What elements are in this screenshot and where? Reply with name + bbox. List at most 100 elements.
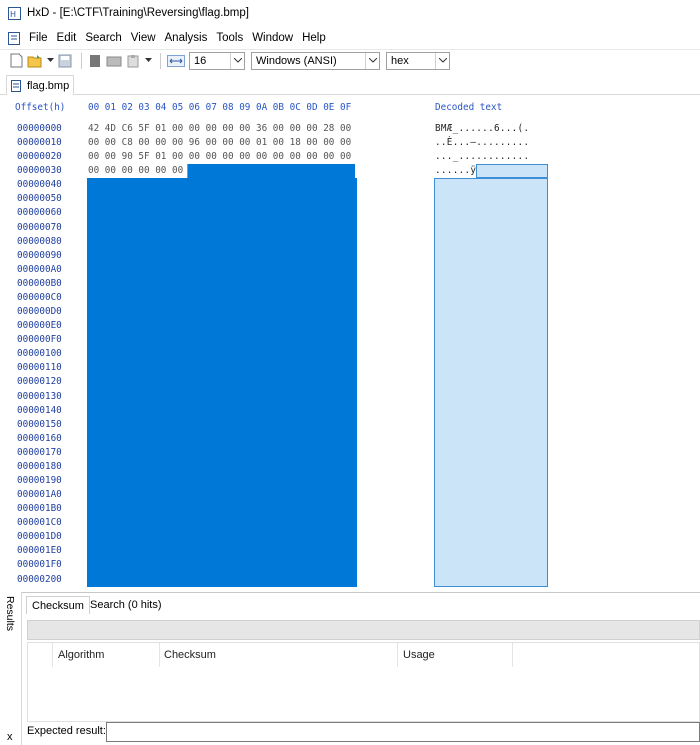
display-mode-select[interactable]: hex xyxy=(386,51,450,70)
hex-byte[interactable]: 00 xyxy=(290,150,308,164)
hex-byte[interactable]: 01 xyxy=(256,136,274,150)
row-offset: 00000140 xyxy=(17,404,62,416)
tab-search-results[interactable]: Search (0 hits) xyxy=(85,596,167,614)
menu-tools[interactable]: Tools xyxy=(215,30,244,46)
hex-byte[interactable]: 00 xyxy=(290,122,308,136)
hex-row[interactable]: 00000010 00 00 C8 00 00 00 96 00 00 00 01 00 18 00 00 00… xyxy=(0,136,700,150)
hex-byte[interactable]: 00 xyxy=(340,150,358,164)
tab-flag-bmp[interactable]: flag.bmp xyxy=(6,75,75,95)
hex-byte[interactable]: 00 xyxy=(273,122,291,136)
open-disk-icon[interactable] xyxy=(87,53,103,69)
hex-byte[interactable]: 00 xyxy=(172,122,190,136)
document-icon[interactable] xyxy=(8,31,20,45)
hex-byte[interactable]: 00 xyxy=(306,122,324,136)
column-header-usage[interactable]: Usage xyxy=(403,649,435,661)
close-icon[interactable]: x xyxy=(7,731,13,743)
hex-byte[interactable]: 00 xyxy=(222,150,240,164)
hex-byte[interactable]: 00 xyxy=(155,164,173,178)
hex-byte[interactable]: 00 xyxy=(138,164,156,178)
hex-byte[interactable]: 00 xyxy=(239,150,257,164)
menu-file[interactable]: File xyxy=(28,30,49,46)
column-header: 05 xyxy=(172,102,184,113)
bytes-per-row-select[interactable]: 16 xyxy=(189,51,245,70)
hex-byte[interactable]: 00 xyxy=(239,122,257,136)
hex-byte[interactable]: 00 xyxy=(172,136,190,150)
hex-byte[interactable]: 00 xyxy=(256,150,274,164)
hex-byte[interactable]: C6 xyxy=(122,122,140,136)
decoded-text[interactable]: ..È...–......... xyxy=(435,136,529,150)
hex-byte[interactable]: 00 xyxy=(206,122,224,136)
hex-byte[interactable]: 00 xyxy=(323,150,341,164)
hex-byte[interactable]: 00 xyxy=(172,150,190,164)
hex-byte[interactable]: 4D xyxy=(105,122,123,136)
column-header-checksum[interactable]: Checksum xyxy=(164,649,216,661)
hex-byte[interactable]: 5F xyxy=(138,150,156,164)
expected-result-input[interactable] xyxy=(106,722,700,742)
column-header-algorithm[interactable]: Algorithm xyxy=(58,649,104,661)
chevron-down-icon[interactable] xyxy=(365,52,379,69)
hex-byte[interactable]: 00 xyxy=(206,150,224,164)
chevron-down-icon[interactable] xyxy=(230,52,244,69)
hex-byte[interactable]: 01 xyxy=(155,122,173,136)
hex-byte[interactable]: 00 xyxy=(105,136,123,150)
hex-byte[interactable]: 00 xyxy=(88,136,106,150)
open-folder-icon[interactable] xyxy=(27,53,43,69)
checksum-table[interactable]: Algorithm Checksum Usage xyxy=(27,642,700,722)
menu-search[interactable]: Search xyxy=(84,30,122,46)
hex-byte[interactable]: 00 xyxy=(273,150,291,164)
hex-byte[interactable]: 96 xyxy=(189,136,207,150)
hex-byte[interactable]: 42 xyxy=(88,122,106,136)
menu-window[interactable]: Window xyxy=(251,30,294,46)
save-icon[interactable] xyxy=(57,53,73,69)
hex-byte[interactable]: 00 xyxy=(340,136,358,150)
hex-byte[interactable]: 00 xyxy=(189,150,207,164)
hex-editor[interactable]: Offset(h) 00 01 02 03 04 05 06 07 08 09 0A 0B 0C 0D 0E… xyxy=(0,96,700,592)
hex-byte[interactable]: 00 xyxy=(306,136,324,150)
hex-byte[interactable]: C8 xyxy=(122,136,140,150)
row-offset: 00000040 xyxy=(17,179,62,191)
tools-dropdown-icon[interactable] xyxy=(144,53,152,69)
decoded-text[interactable]: ..._............ xyxy=(435,150,529,164)
hex-byte[interactable]: 28 xyxy=(323,122,341,136)
hex-byte[interactable]: 36 xyxy=(256,122,274,136)
menu-view[interactable]: View xyxy=(130,30,157,46)
hex-byte[interactable]: 00 xyxy=(273,136,291,150)
hex-byte[interactable]: 00 xyxy=(206,136,224,150)
hex-byte[interactable]: 00 xyxy=(189,122,207,136)
open-ram-icon[interactable] xyxy=(106,53,122,69)
display-mode-value: hex xyxy=(391,54,409,67)
hex-byte[interactable]: 00 xyxy=(105,164,123,178)
hex-byte[interactable]: 00 xyxy=(88,164,106,178)
hex-row[interactable]: 00000020 00 00 90 5F 01 00 00 00 00 00 00 00 00 00 00 00… xyxy=(0,150,700,164)
hex-row[interactable]: 00000000 42 4D C6 5F 01 00 00 00 00 00 36 00 00 00 28 00… xyxy=(0,122,700,136)
open-dropdown-icon[interactable] xyxy=(46,53,54,69)
hex-byte[interactable]: 5F xyxy=(138,122,156,136)
hex-byte[interactable]: 00 xyxy=(239,136,257,150)
hex-byte[interactable]: 00 xyxy=(105,150,123,164)
chevron-down-icon[interactable] xyxy=(435,52,449,69)
new-file-icon[interactable] xyxy=(8,53,24,69)
tab-checksum[interactable]: Checksum xyxy=(26,596,90,614)
column-header: 0F xyxy=(340,102,352,113)
hex-byte[interactable]: 00 xyxy=(340,122,358,136)
hex-byte[interactable]: 90 xyxy=(122,150,140,164)
hex-byte[interactable]: 00 xyxy=(323,136,341,150)
menu-analysis[interactable]: Analysis xyxy=(164,30,209,46)
menu-edit[interactable]: Edit xyxy=(56,30,78,46)
hex-byte[interactable]: 00 xyxy=(138,136,156,150)
column-header: 08 xyxy=(222,102,234,113)
charset-select[interactable]: Windows (ANSI) xyxy=(251,51,380,70)
hex-byte[interactable]: 00 xyxy=(222,136,240,150)
hex-byte[interactable]: 18 xyxy=(290,136,308,150)
hex-byte[interactable]: 00 xyxy=(222,122,240,136)
hex-byte[interactable]: 00 xyxy=(122,164,140,178)
decoded-text[interactable]: BMÆ_......6...(. xyxy=(435,122,529,136)
bytes-per-row-value: 16 xyxy=(194,54,207,67)
hex-byte[interactable]: 00 xyxy=(155,136,173,150)
results-label[interactable]: Results xyxy=(4,596,16,631)
clipboard-icon[interactable] xyxy=(125,53,141,69)
hex-byte[interactable]: 01 xyxy=(155,150,173,164)
hex-byte[interactable]: 00 xyxy=(306,150,324,164)
menu-help[interactable]: Help xyxy=(301,30,327,46)
hex-byte[interactable]: 00 xyxy=(88,150,106,164)
